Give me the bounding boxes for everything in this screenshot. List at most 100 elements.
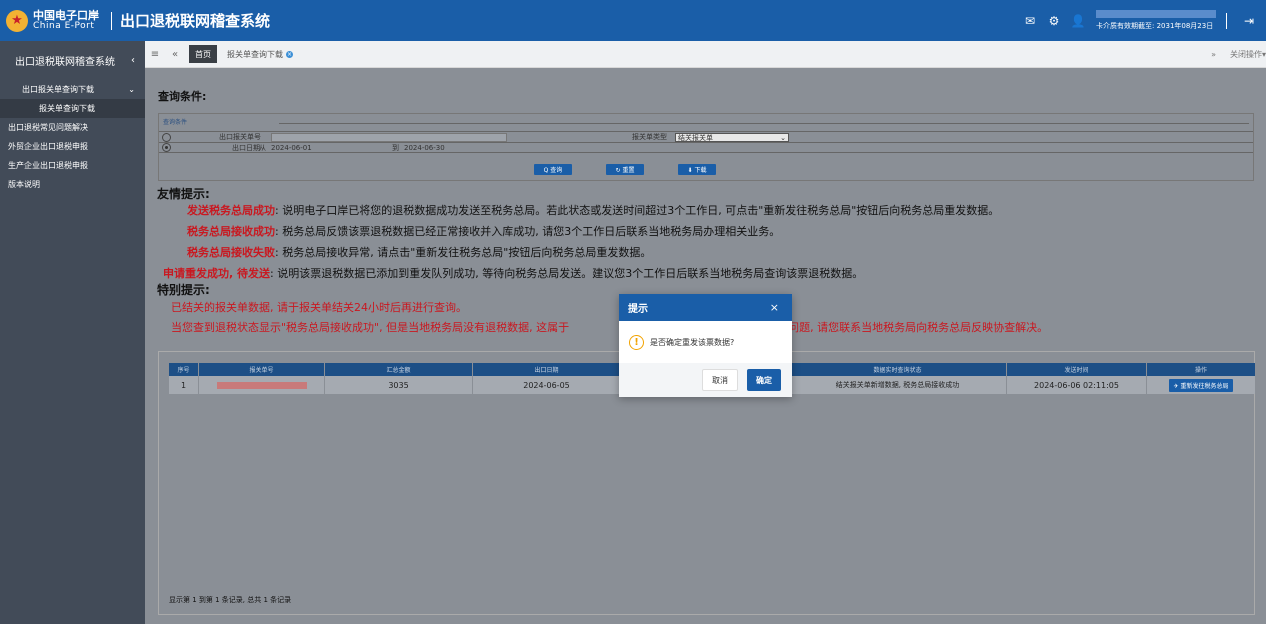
confirm-button[interactable]: 确定 <box>747 369 781 391</box>
decl-no-label: 出口报关单号 <box>219 133 261 141</box>
rewind-icon[interactable]: « <box>165 49 185 60</box>
dialog-title: 提示 <box>628 304 648 315</box>
confirm-dialog: 提示 × ! 是否确定重发该票数据? 取消 确定 <box>619 294 792 397</box>
col-export-date: 出口日期 <box>473 363 621 376</box>
eport-logo-icon: ★ <box>6 9 28 32</box>
col-decl-no: 报关单号 <box>199 363 325 376</box>
query-form: 查询条件 出口报关单号 报关单类型 结关报关单 ⌄ 出口日期 从 2024-06… <box>158 113 1254 181</box>
caret-down-icon[interactable]: ▾ <box>1262 50 1266 59</box>
sidebar-title[interactable]: 出口退税联网稽查系统 ‹ <box>0 41 145 80</box>
export-date-label: 出口日期 <box>232 143 260 152</box>
warning-icon: ! <box>629 334 644 350</box>
username-redacted <box>1096 9 1216 18</box>
tip-key-1: 发送税务总局成功 <box>187 204 275 217</box>
query-buttons: Q 查询 ↻ 重置 ⬇ 下载 <box>534 164 716 175</box>
forward-icon[interactable]: » <box>1211 50 1216 59</box>
to-date-input[interactable]: 2024-06-30 <box>404 144 445 152</box>
user-icon[interactable]: 👤 <box>1071 14 1086 28</box>
cell-export-date: 2024-06-05 <box>473 376 621 394</box>
query-row-decl-no: 出口报关单号 报关单类型 结关报关单 ⌄ <box>159 131 1253 142</box>
tip-line-2: 税务总局接收成功: 税务总局反馈该票退税数据已经正常接收并入库成功, 请您3个工… <box>157 221 1257 242</box>
sidebar-group-export-download[interactable]: 出口报关单查询下载 ⌄ <box>0 80 145 99</box>
cancel-button[interactable]: 取消 <box>702 369 738 391</box>
system-title: 出口退税联网稽查系统 <box>120 12 271 30</box>
tab-decl-download[interactable]: 报关单查询下载 × <box>221 45 299 63</box>
dialog-footer: 取消 确定 <box>619 363 792 397</box>
chevron-down-icon: ⌄ <box>128 85 135 94</box>
dialog-body: ! 是否确定重发该票数据? <box>619 321 792 363</box>
to-label: 到 <box>392 143 399 152</box>
cell-index: 1 <box>169 376 199 394</box>
cell-amount: 3035 <box>325 376 473 394</box>
tip-text-1: : 说明电子口岸已将您的退税数据成功发送至税务总局。若此状态或发送时间超过3个工… <box>275 204 1000 217</box>
menu-icon[interactable]: ≡ <box>145 49 165 60</box>
tip-line-3: 税务总局接收失败: 税务总局接收异常, 请点击"重新发往税务总局"按钮后向税务总… <box>157 242 1257 263</box>
cell-decl-no <box>199 376 325 394</box>
tip-line-1: 发送税务总局成功: 说明电子口岸已将您的退税数据成功发送至税务总局。若此状态或发… <box>157 200 1257 221</box>
close-icon[interactable]: × <box>286 50 293 58</box>
decl-type-select[interactable]: 结关报关单 ⌄ <box>675 132 789 142</box>
cell-action: ✈ 重新发往税务总局 <box>1147 376 1255 394</box>
cell-send-time: 2024-06-06 02:11:05 <box>1007 376 1147 394</box>
radio-decl-no[interactable] <box>162 132 171 142</box>
sidebar-item-version[interactable]: 版本说明 <box>0 175 145 194</box>
download-button[interactable]: ⬇ 下载 <box>678 164 716 175</box>
query-row-export-date: 出口日期 从 2024-06-01 到 2024-06-30 <box>159 142 1253 153</box>
tip-text-3: : 税务总局接收异常, 请点击"重新发往税务总局"按钮后向税务总局重发数据。 <box>275 246 652 259</box>
col-amount: 汇总金额 <box>325 363 473 376</box>
header-divider-2 <box>1226 12 1227 29</box>
logout-icon[interactable]: ⇥ <box>1242 14 1256 28</box>
query-button[interactable]: Q 查询 <box>534 164 572 175</box>
legend-line <box>279 123 1249 124</box>
tip-key-2: 税务总局接收成功 <box>187 225 275 238</box>
tab-decl-download-label: 报关单查询下载 <box>227 49 283 59</box>
special-note-2a: 当您查到退税状态显示"税务总局接收成功", 但是当地税务局没有退税数据, 这属于 <box>171 321 570 334</box>
col-send-time: 发送时间 <box>1007 363 1147 376</box>
chevron-down-icon: ⌄ <box>780 133 786 142</box>
resend-button[interactable]: ✈ 重新发往税务总局 <box>1168 378 1234 392</box>
close-ops-button[interactable]: 关闭操作 <box>1230 49 1262 60</box>
decl-type-label: 报关单类型 <box>632 133 667 141</box>
collapse-icon[interactable]: ‹ <box>131 55 135 66</box>
sidebar: 出口退税联网稽查系统 ‹ 出口报关单查询下载 ⌄ 报关单查询下载 出口退税常见问… <box>0 41 145 624</box>
query-legend: 查询条件 <box>163 119 188 126</box>
brand-en: China E-Port <box>33 20 95 31</box>
tip-key-4: 申请重发成功, 待发送 <box>163 267 271 280</box>
tab-bar-right: » 关闭操作 ▾ <box>1211 49 1266 60</box>
tab-home[interactable]: 首页 <box>189 45 217 63</box>
brand-cn: 中国电子口岸 <box>33 8 99 22</box>
sidebar-title-label: 出口退税联网稽查系统 <box>15 57 115 68</box>
cell-status: 结关报关单新增数据, 税务总局接收成功 <box>789 376 1007 394</box>
mail-icon[interactable]: ✉ <box>1023 14 1037 28</box>
decl-no-redacted <box>216 381 307 389</box>
tip-text-4: : 说明该票退税数据已添加到重发队列成功, 等待向税务总局发送。建议您3个工作日… <box>270 267 864 280</box>
dialog-header: 提示 × <box>619 294 792 321</box>
close-icon[interactable]: × <box>770 301 779 314</box>
brand: 中国电子口岸 China E-Port <box>33 10 99 32</box>
from-label: 从 <box>259 143 266 152</box>
tab-bar: ≡ « 首页 报关单查询下载 × » 关闭操作 ▾ <box>145 41 1266 68</box>
reset-button[interactable]: ↻ 重置 <box>606 164 644 175</box>
sidebar-item-production-declare[interactable]: 生产企业出口退税申报 <box>0 156 145 175</box>
col-status: 数据实时查询状态 <box>789 363 1007 376</box>
decl-no-input[interactable] <box>271 132 507 142</box>
decl-type-value: 结关报关单 <box>678 133 713 142</box>
col-action: 操作 <box>1194 367 1207 374</box>
settings-icon[interactable]: ⚙ <box>1047 14 1061 28</box>
dialog-message: 是否确定重发该票数据? <box>650 337 735 347</box>
col-index: 序号 <box>169 363 199 376</box>
header-divider <box>111 11 112 30</box>
sidebar-group-label: 出口报关单查询下载 <box>22 85 94 94</box>
query-title: 查询条件: <box>158 90 207 103</box>
radio-export-date[interactable] <box>162 143 171 152</box>
sidebar-item-trade-declare[interactable]: 外贸企业出口退税申报 <box>0 137 145 156</box>
tip-key-3: 税务总局接收失败 <box>187 246 275 259</box>
card-valid-date: 卡介质有效期截至: 2031年08月23日 <box>1096 21 1214 30</box>
sidebar-item-faq[interactable]: 出口退税常见问题解决 <box>0 118 145 137</box>
from-date-input[interactable]: 2024-06-01 <box>271 144 312 152</box>
sidebar-item-decl-download[interactable]: 报关单查询下载 <box>0 99 145 118</box>
tip-text-2: : 税务总局反馈该票退税数据已经正常接收并入库成功, 请您3个工作日后联系当地税… <box>275 225 781 238</box>
grid-footer: 显示第 1 到第 1 条记录, 总共 1 条记录 <box>169 596 292 604</box>
top-header: ★ 中国电子口岸 China E-Port 出口退税联网稽查系统 ✉ ⚙ 👤 卡… <box>0 0 1266 41</box>
header-right: ✉ ⚙ 👤 卡介质有效期截至: 2031年08月23日 ⇥ <box>1018 0 1266 41</box>
